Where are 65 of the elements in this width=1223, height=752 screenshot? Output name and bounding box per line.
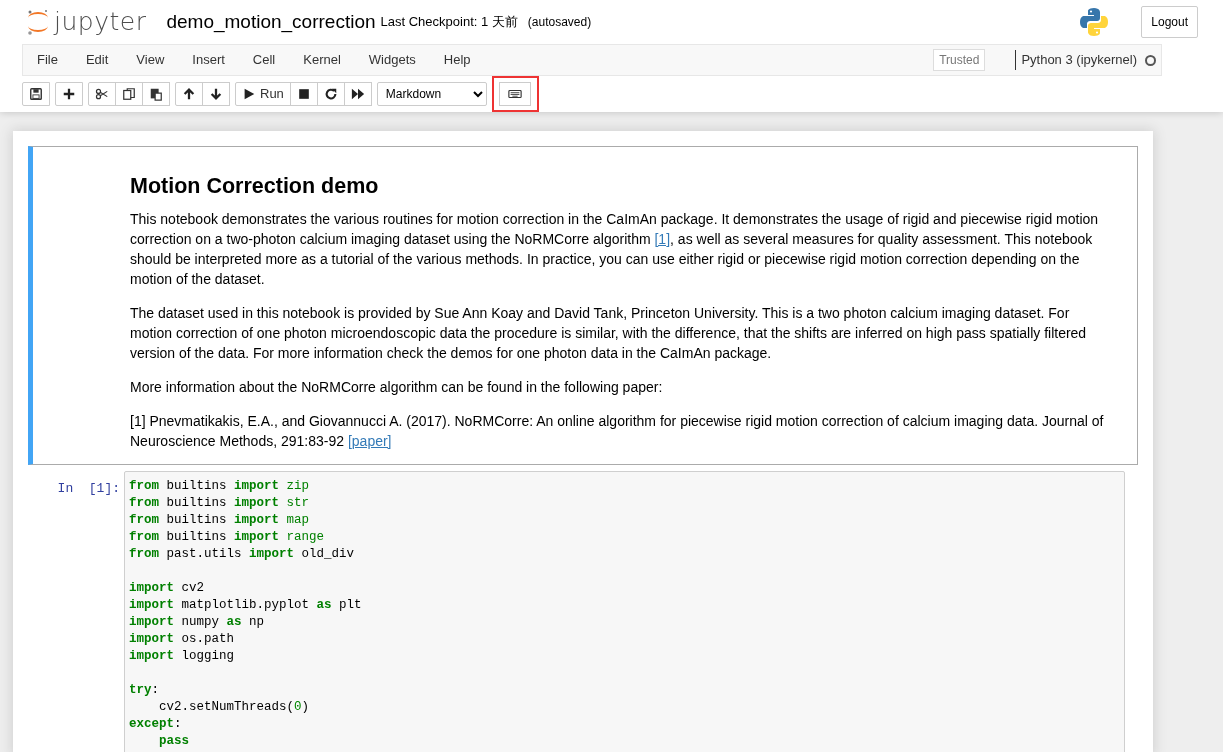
toolbar-button[interactable] [142, 82, 170, 106]
code-line: pass [158, 732, 190, 750]
save-icon [29, 87, 43, 101]
toolbar-button[interactable] [88, 82, 116, 106]
toolbar-button[interactable] [175, 82, 203, 106]
run-button[interactable]: Run [235, 82, 291, 106]
restart-icon [323, 87, 338, 101]
code-line: import matplotlib.pyplot as plt [129, 596, 363, 614]
cell-type-dropdown[interactable]: Markdown [376, 82, 487, 106]
play-icon [242, 87, 256, 101]
keyboard-icon [507, 87, 522, 101]
code-line: cv2.setNumThreads(0) [158, 698, 311, 716]
menu-item[interactable]: Insert [192, 50, 240, 70]
reference-link[interactable]: [paper] [347, 432, 392, 449]
notebook-cell[interactable] [28, 146, 1138, 465]
code-line: from builtins import range [129, 528, 326, 546]
input-prompt: In [1]: [56, 479, 121, 498]
code-line: import numpy as np [129, 613, 266, 631]
code-line: from builtins import str [129, 494, 311, 512]
code-line: except: [129, 715, 183, 733]
menu-item[interactable]: Kernel [303, 50, 356, 70]
toolbar-button[interactable] [289, 82, 318, 106]
notebook-name[interactable]: demo_motion_correction [166, 7, 376, 37]
fast-forward-icon [350, 87, 365, 101]
python-logo-icon [1079, 7, 1110, 37]
logout-button[interactable]: Logout [1141, 6, 1198, 38]
copy-icon [122, 87, 136, 101]
menu-item[interactable]: File [37, 50, 73, 70]
keyboard-button[interactable] [498, 82, 531, 106]
stop-icon [296, 87, 311, 101]
paragraph: [1] Pnevmatikakis, E.A., and Giovannucci A. (2017). NoRMCorre: An online algorithm for piecewise rigid motion correction of calcium imaging data. Journal of Neuroscience Methods, 291:83-92 [paper] [130, 411, 1105, 451]
menu-item[interactable]: View [136, 50, 180, 70]
menu-item[interactable]: Cell [252, 50, 291, 70]
jupyter-logo-icon [26, 8, 50, 36]
code-line: from past.utils import old_div [129, 545, 356, 563]
reference-link[interactable]: [1] [654, 230, 671, 247]
toolbar-button[interactable] [343, 82, 372, 106]
toolbar-button[interactable] [202, 82, 230, 106]
toolbar-button[interactable] [22, 82, 50, 106]
paste-icon [149, 87, 163, 101]
code-line: from builtins import map [129, 511, 311, 529]
up-arrow-icon [182, 87, 196, 101]
paragraph: This notebook demonstrates the various routines for motion correction in the CaImAn package. It demonstrates the usage of rigid and piecewise rigid motion correction on a two-photon calcium imaging dataset using the NoRMCorre algorithm [1], as well as several measures for quality assessment. This notebook should be interpreted more as a tutorial of the various methods. In practice, you can use either rigid or piecewise rigid motion correction depending on the motion of the dataset. [130, 209, 1100, 289]
code-line: import cv2 [129, 579, 206, 597]
kernel-name[interactable]: Python 3 (ipykernel) [1015, 50, 1137, 70]
logo-text[interactable]: jupyter [54, 3, 147, 41]
menu-item[interactable]: Edit [85, 50, 124, 70]
trusted-button[interactable]: Trusted [933, 49, 986, 71]
cell-heading: Motion Correction demo [130, 174, 380, 200]
paragraph: The dataset used in this notebook is provided by Sue Ann Koay and David Tank, Princeton University. This is a two photon calcium imaging dataset. For motion correction of one photon microendoscopic data the procedure is similar, with the difference, that the shifts are inferred on high pass spatially filtered version of the data. For more information check the demos for one photon data in the CaImAn package. [130, 303, 1088, 363]
code-line: import os.path [129, 630, 236, 648]
plus-icon [62, 87, 76, 101]
paragraph: More information about the NoRMCorre algorithm can be found in the following paper: [130, 377, 664, 397]
toolbar-button[interactable] [55, 82, 83, 106]
down-arrow-icon [209, 87, 223, 101]
autosave-status: (autosaved) [527, 14, 592, 31]
code-line: try: [129, 681, 161, 699]
code-line: from builtins import zip [129, 477, 311, 495]
menu-item[interactable]: Widgets [368, 50, 431, 70]
menu-item[interactable]: Help [443, 50, 486, 70]
scissors-icon [95, 87, 109, 101]
toolbar-button[interactable] [316, 82, 345, 106]
checkpoint-text: Last Checkpoint: 1 天前 [380, 13, 518, 32]
toolbar-button[interactable] [115, 82, 143, 106]
code-line: import logging [129, 647, 236, 665]
